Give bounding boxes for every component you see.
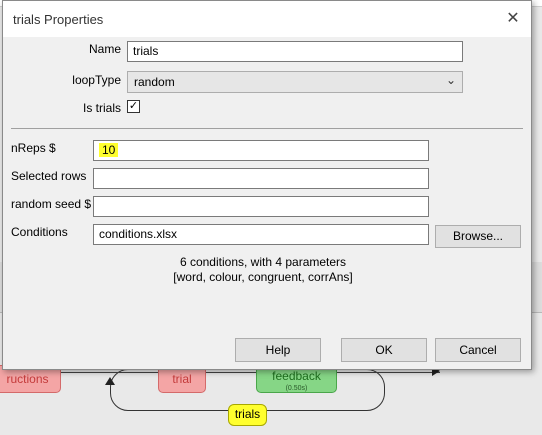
conditions-parameters: [word, colour, congruent, corrAns] [173,270,353,284]
loop-label-trials[interactable]: trials [228,404,267,426]
looptype-label: loopType [72,73,121,87]
routine-feedback-label: feedback [272,369,321,383]
close-icon[interactable]: ✕ [501,7,525,31]
nreps-label: nReps $ [11,141,56,155]
random-seed-field[interactable] [93,196,429,217]
checkmark-icon: ✓ [128,100,139,112]
dialog-title: trials Properties [13,12,104,27]
flow-timeline [0,372,440,373]
looptype-select[interactable]: random ⌄ [127,71,463,93]
conditions-label: Conditions [11,225,68,239]
is-trials-checkbox[interactable]: ✓ [127,100,140,113]
looptype-value: random [134,75,175,89]
ok-button[interactable]: OK [341,338,427,362]
selected-rows-label: Selected rows [11,169,87,183]
browse-button[interactable]: Browse... [435,225,521,248]
dialog-titlebar: trials Properties ✕ [3,1,531,37]
selected-rows-field[interactable] [93,168,429,189]
random-seed-label: random seed $ [11,197,92,211]
name-field[interactable]: trials [127,41,463,62]
help-button[interactable]: Help [235,338,321,362]
section-divider [11,128,523,129]
cancel-button[interactable]: Cancel [435,338,521,362]
name-label: Name [88,42,121,56]
conditions-field[interactable]: conditions.xlsx [93,224,429,245]
conditions-summary: 6 conditions, with 4 parameters [179,255,347,269]
nreps-value: 10 [99,143,119,157]
nreps-field[interactable]: 10 [93,140,429,161]
loop-arrow-up-icon [105,377,115,385]
chevron-down-icon: ⌄ [445,73,456,87]
routine-feedback-duration: (0.50s) [285,385,308,392]
trials-properties-dialog: trials Properties ✕ Name trials loopType… [2,0,532,370]
is-trials-label: Is trials [82,101,121,115]
